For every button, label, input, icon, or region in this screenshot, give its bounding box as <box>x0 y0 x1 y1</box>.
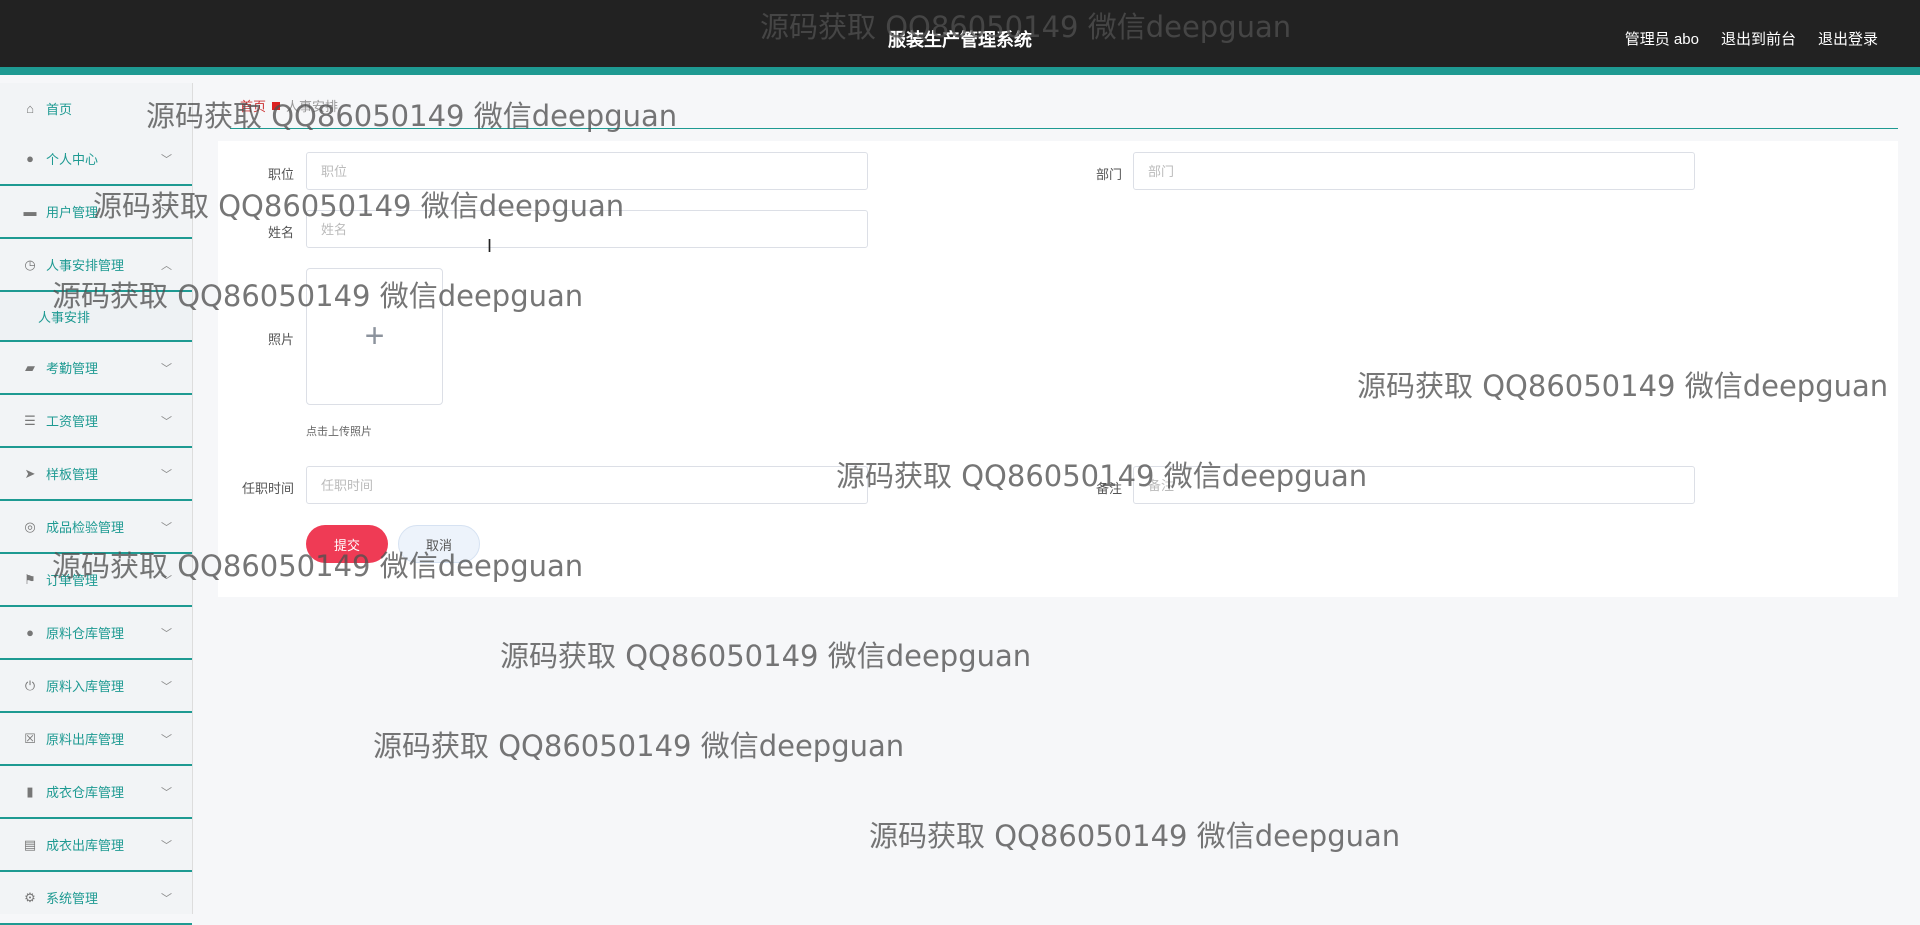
exit-to-front-link[interactable]: 退出到前台 <box>1721 28 1796 49</box>
name-label: 姓名 <box>267 225 294 240</box>
sidebar-item-label: 考勤管理 <box>46 361 99 376</box>
watermark: 源码获取 QQ86050149 微信deepguan <box>869 819 1401 853</box>
home-icon: ⌂ <box>26 100 34 116</box>
monitor-icon: ▬ <box>23 204 37 219</box>
sidebar-item-label: 系统管理 <box>46 891 99 906</box>
breadcrumb-separator-icon <box>272 101 281 110</box>
sidebar: ⌂ 首页 ● 个人中心 ﹀ ▬ 用户管理 ﹀ ◷ 人事安排管理 ︿ 人事安排 ▰… <box>0 83 193 925</box>
chevron-down-icon: ﹀ <box>161 627 172 640</box>
chevron-down-icon: ﹀ <box>161 521 172 534</box>
send-icon: ➤ <box>24 465 36 481</box>
chevron-up-icon: ︿ <box>161 259 172 272</box>
chat-icon: ▰ <box>25 359 35 375</box>
plus-icon: + <box>364 317 385 355</box>
chevron-down-icon: ﹀ <box>161 362 172 375</box>
watermark: 源码获取 QQ86050149 微信deepguan <box>373 729 905 763</box>
chevron-down-icon: ﹀ <box>161 733 172 746</box>
sidebar-item-attendance[interactable]: ▰ 考勤管理 ﹀ <box>0 342 192 395</box>
sidebar-item-label: 工资管理 <box>46 414 99 429</box>
sidebar-item-label: 订单管理 <box>46 573 99 588</box>
sidebar-item-orders[interactable]: ⚑ 订单管理 ﹀ <box>0 554 192 607</box>
department-label: 部门 <box>1095 167 1122 182</box>
settings-icon: ⚙ <box>24 889 36 905</box>
sidebar-item-label: 首页 <box>46 101 73 117</box>
sidebar-item-raw-outbound[interactable]: ☒ 原料出库管理 ﹀ <box>0 713 192 766</box>
breadcrumb-current: 人事安排 <box>286 99 339 114</box>
photo-upload-button[interactable]: + <box>306 268 443 405</box>
sidebar-item-label: 原料仓库管理 <box>46 626 125 641</box>
remark-input[interactable] <box>1133 466 1695 504</box>
sidebar-item-garment-outbound[interactable]: ▤ 成衣出库管理 ﹀ <box>0 819 192 872</box>
submit-button[interactable]: 提交 <box>306 525 388 563</box>
sidebar-item-personal[interactable]: ● 个人中心 ﹀ <box>0 133 192 186</box>
breadcrumb: 首页 人事安排 <box>240 96 338 115</box>
header-actions: 管理员 abo 退出到前台 退出登录 <box>1625 28 1878 49</box>
sidebar-item-label: 成衣仓库管理 <box>46 785 125 800</box>
sidebar-item-raw-inbound[interactable]: ⏻ 原料入库管理 ﹀ <box>0 660 192 713</box>
admin-user-label: 管理员 abo <box>1624 31 1699 48</box>
name-input[interactable] <box>306 210 868 248</box>
user-icon: ● <box>26 625 34 640</box>
sidebar-subitem-hr-arrangement[interactable]: 人事安排 <box>0 292 192 342</box>
upload-tip: 点击上传照片 <box>306 426 372 438</box>
sidebar-item-label: 原料入库管理 <box>46 679 125 694</box>
text-cursor-icon: I <box>487 236 493 256</box>
sidebar-item-label: 成品检验管理 <box>46 520 125 535</box>
chevron-down-icon: ﹀ <box>161 153 172 166</box>
chevron-down-icon: ﹀ <box>161 206 172 219</box>
sidebar-item-label: 样板管理 <box>46 467 99 482</box>
clipboard-x-icon: ☒ <box>24 730 36 746</box>
hr-arrangement-form: 职位 部门 姓名 照片 + 点击上传照片 任职时间 备注 提交 取消 <box>218 141 1898 597</box>
position-input[interactable] <box>306 152 868 190</box>
target-icon: ◎ <box>24 518 36 534</box>
sidebar-item-garment-warehouse[interactable]: ▮ 成衣仓库管理 ﹀ <box>0 766 192 819</box>
clipboard-icon: ▤ <box>23 836 37 852</box>
sidebar-item-label: 成衣出库管理 <box>46 838 125 853</box>
sidebar-item-samples[interactable]: ➤ 样板管理 ﹀ <box>0 448 192 501</box>
top-bar: 服装生产管理系统 管理员 abo 退出到前台 退出登录 <box>0 0 1920 75</box>
breadcrumb-divider <box>230 128 1898 129</box>
sidebar-item-system[interactable]: ⚙ 系统管理 ﹀ <box>0 872 192 925</box>
date-input[interactable] <box>306 466 868 504</box>
chevron-down-icon: ﹀ <box>161 574 172 587</box>
list-icon: ☰ <box>24 412 36 428</box>
cancel-button[interactable]: 取消 <box>398 525 480 563</box>
power-icon: ⏻ <box>24 677 36 693</box>
photo-label: 照片 <box>267 332 294 347</box>
sidebar-item-hr[interactable]: ◷ 人事安排管理 ︿ <box>0 239 192 292</box>
flag-icon: ⚑ <box>24 571 36 587</box>
breadcrumb-home[interactable]: 首页 <box>240 96 266 115</box>
dashboard-icon: ◷ <box>24 256 36 272</box>
sidebar-item-salary[interactable]: ☰ 工资管理 ﹀ <box>0 395 192 448</box>
chevron-down-icon: ﹀ <box>161 468 172 481</box>
chevron-down-icon: ﹀ <box>161 786 172 799</box>
position-label: 职位 <box>267 167 294 182</box>
watermark: 源码获取 QQ86050149 微信deepguan <box>500 639 1032 673</box>
bar-chart-icon: ▮ <box>26 783 34 799</box>
remark-label: 备注 <box>1095 481 1122 496</box>
logout-link[interactable]: 退出登录 <box>1818 28 1878 49</box>
chevron-down-icon: ﹀ <box>161 415 172 428</box>
sidebar-item-label: 原料出库管理 <box>46 732 125 747</box>
chevron-down-icon: ﹀ <box>161 680 172 693</box>
sidebar-item-users[interactable]: ▬ 用户管理 ﹀ <box>0 186 192 239</box>
sidebar-item-label: 个人中心 <box>46 152 99 167</box>
sidebar-item-home[interactable]: ⌂ 首页 <box>0 83 192 133</box>
sidebar-item-inspection[interactable]: ◎ 成品检验管理 ﹀ <box>0 501 192 554</box>
chevron-down-icon: ﹀ <box>161 892 172 905</box>
sidebar-item-raw-warehouse[interactable]: ● 原料仓库管理 ﹀ <box>0 607 192 660</box>
sidebar-item-label: 用户管理 <box>46 205 99 220</box>
date-label: 任职时间 <box>241 481 294 496</box>
chevron-down-icon: ﹀ <box>161 839 172 852</box>
sidebar-item-label: 人事安排管理 <box>46 258 125 273</box>
department-input[interactable] <box>1133 152 1695 190</box>
user-icon: ● <box>26 151 34 166</box>
